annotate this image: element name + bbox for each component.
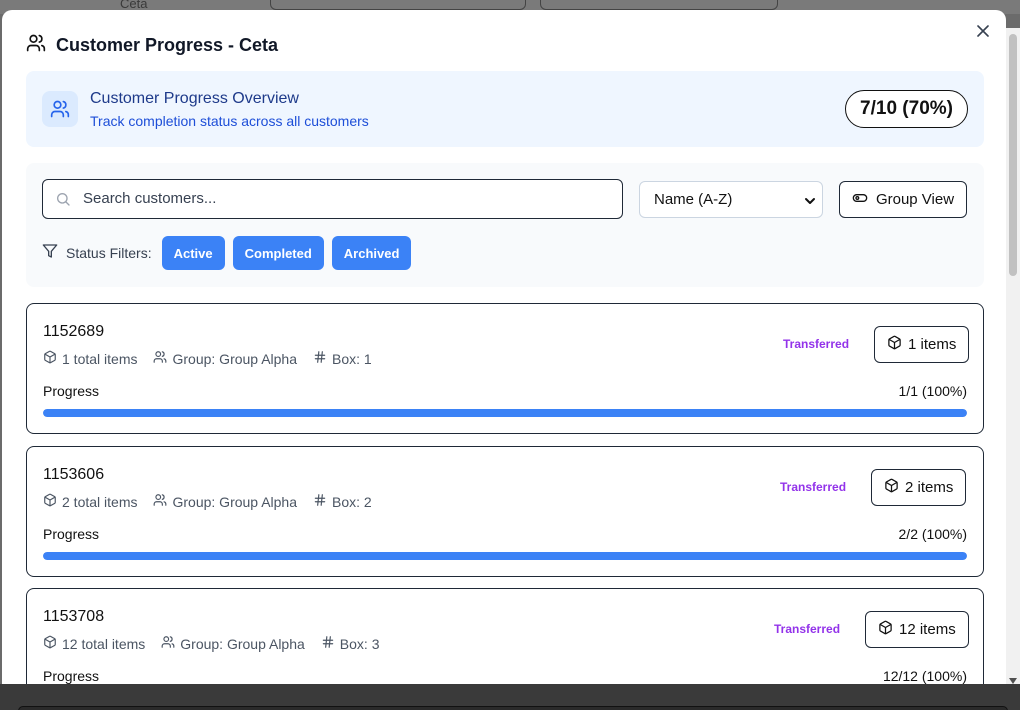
group-text: Group: Group Alpha [172,493,298,510]
customer-id: 1153708 [43,608,105,625]
progress-value: 2/2 (100%) [898,526,967,542]
package-icon [43,350,57,367]
overview-title: Customer Progress Overview [90,90,299,107]
status-badge: Transferred [774,622,841,636]
backdrop-bottom [0,684,1020,710]
users-icon [161,635,175,652]
package-icon [887,335,902,354]
status-badge: Transferred [783,337,850,351]
items-label: 1 items [908,336,957,353]
customer-id: 1152689 [43,323,105,340]
group-text: Group: Group Alpha [180,635,305,652]
customer-id: 1153606 [43,466,105,483]
hash-icon [321,635,335,652]
users-icon [153,493,167,510]
items-label: 2 items [905,479,954,496]
filter-chip-completed[interactable]: Completed [232,236,324,270]
customer-meta: 1 total items Group: Group Alpha Box: 1 [43,350,372,367]
scroll-down-icon[interactable] [1008,672,1018,684]
customer-card[interactable]: 1153606 2 total items Group: Group Alpha… [26,446,984,577]
total-items: 1 total items [43,350,137,367]
progress-label: Progress [43,526,100,542]
filter-chip-active[interactable]: Active [161,236,225,270]
total-items: 12 total items [43,635,145,652]
items-button[interactable]: 1 items [874,326,970,363]
package-icon [884,478,899,497]
hash-icon [313,493,327,510]
box-text: Box: 2 [332,493,372,510]
progress-label: Progress [43,383,100,399]
customer-group: Group: Group Alpha [161,635,305,652]
customer-meta: 2 total items Group: Group Alpha Box: 2 [43,493,372,510]
progress-label: Progress [43,668,100,684]
search-input[interactable] [83,180,613,217]
users-icon [153,350,167,367]
progress-fill [43,552,967,560]
scrollbar[interactable] [1006,28,1020,684]
customer-meta: 12 total items Group: Group Alpha Box: 3 [43,635,380,652]
package-icon [43,635,57,652]
items-button[interactable]: 12 items [865,611,969,648]
customer-card[interactable]: 1152689 1 total items Group: Group Alpha… [26,303,984,434]
controls-panel: Name (A-Z) Group View Status Filters: Ac… [26,163,984,287]
total-items-text: 1 total items [62,350,138,367]
scrollbar-thumb[interactable] [1009,34,1017,276]
modal-header: Customer Progress - Ceta [26,34,278,56]
overview-panel: Customer Progress Overview Track complet… [26,71,984,147]
modal-title: Customer Progress - Ceta [56,34,279,55]
items-label: 12 items [899,621,956,638]
chevron-down-icon [804,194,816,211]
items-button[interactable]: 2 items [871,469,967,506]
customer-box: Box: 1 [313,350,372,367]
group-view-label: Group View [875,191,955,208]
total-items-text: 2 total items [62,493,138,510]
status-badge: Transferred [780,480,847,494]
close-icon [977,24,989,42]
search-icon [55,191,71,212]
customer-progress-modal: Customer Progress - Ceta Customer Progre… [2,10,1006,684]
hash-icon [313,350,327,367]
customer-card[interactable]: 1153708 12 total items Group: Group Alph… [26,588,984,684]
overview-subtitle: Track completion status across all custo… [90,113,369,129]
group-view-button[interactable]: Group View [839,181,967,218]
filter-icon [42,243,58,264]
backdrop-field [18,706,1008,710]
progress-bar [43,552,967,560]
customer-group: Group: Group Alpha [153,493,297,510]
box-text: Box: 3 [339,635,380,652]
progress-value: 12/12 (100%) [882,668,967,684]
package-icon [878,620,893,639]
search-box [42,179,623,219]
total-items: 2 total items [43,493,137,510]
status-filters: Status Filters: Active Completed Archive… [42,236,412,270]
total-items-text: 12 total items [62,635,146,652]
package-icon [43,493,57,510]
progress-fill [43,409,967,417]
progress-value: 1/1 (100%) [898,383,967,399]
backdrop-field [540,0,778,10]
filter-chip-archived[interactable]: Archived [331,236,412,270]
toggle-icon [852,190,868,210]
sort-select-value: Name (A-Z) [654,191,733,208]
close-button[interactable] [974,24,992,42]
customer-box: Box: 3 [321,635,380,652]
users-icon [26,33,46,58]
group-text: Group: Group Alpha [172,350,298,367]
backdrop-field [270,0,526,10]
box-text: Box: 1 [332,350,372,367]
users-icon [42,91,78,127]
customer-box: Box: 2 [313,493,372,510]
filters-label: Status Filters: [66,245,152,261]
progress-bar [43,409,967,417]
sort-select[interactable]: Name (A-Z) [639,181,823,218]
customer-group: Group: Group Alpha [153,350,297,367]
overall-progress-badge: 7/10 (70%) [845,90,968,128]
